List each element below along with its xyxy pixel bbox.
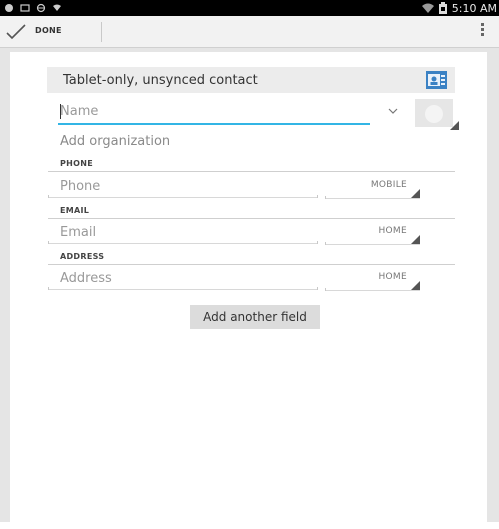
add-organization-link[interactable]: Add organization [60, 134, 170, 149]
contact-photo[interactable] [415, 99, 459, 130]
address-field-underline [48, 287, 318, 290]
email-type-underline [325, 242, 420, 245]
gallery-icon [20, 4, 30, 12]
status-bar: 5:10 AM [0, 0, 499, 16]
address-type-underline [325, 288, 420, 291]
dropdown-corner-icon [411, 235, 420, 244]
sync-icon [36, 3, 46, 13]
phone-type-underline [325, 196, 420, 199]
text-cursor [60, 104, 61, 119]
dropdown-corner-icon [411, 189, 420, 198]
section-title-phone: PHONE [60, 159, 94, 168]
phone-field-underline [48, 195, 318, 198]
account-header-text: Tablet-only, unsynced contact [63, 73, 258, 88]
bottom-edge [0, 522, 499, 529]
email-field[interactable] [60, 223, 315, 241]
dropdown-corner-icon [411, 281, 420, 290]
account-header: Tablet-only, unsynced contact [47, 67, 455, 93]
status-bar-system: 5:10 AM [421, 1, 497, 15]
address-field[interactable] [60, 269, 315, 287]
done-label: DONE [35, 26, 62, 35]
section-divider [48, 218, 455, 219]
name-field-underline [58, 123, 370, 125]
section-title-address: ADDRESS [60, 252, 105, 261]
avatar-placeholder-icon [425, 105, 443, 123]
overflow-menu-icon[interactable] [479, 23, 485, 41]
phone-type-dropdown[interactable]: MOBILE [325, 176, 420, 198]
email-field-underline [48, 241, 318, 244]
wifi-icon [421, 3, 434, 13]
contact-card-icon [426, 71, 447, 89]
chevron-down-icon[interactable] [388, 107, 398, 115]
contact-editor-card: Tablet-only, unsynced contact Add organi… [10, 52, 487, 522]
status-bar-notifications [4, 2, 62, 14]
clock: 5:10 AM [451, 1, 497, 15]
name-field[interactable] [60, 101, 370, 121]
email-type-label: HOME [378, 226, 407, 236]
photo-menu-corner [450, 121, 459, 130]
section-divider [48, 171, 455, 172]
address-type-label: HOME [378, 272, 407, 282]
phone-type-label: MOBILE [370, 180, 407, 190]
done-button[interactable]: DONE [0, 16, 100, 47]
add-another-field-button[interactable]: Add another field [190, 305, 320, 329]
address-type-dropdown[interactable]: HOME [325, 268, 420, 290]
section-title-email: EMAIL [60, 206, 90, 215]
phone-field[interactable] [60, 177, 315, 195]
download-icon [53, 4, 61, 11]
email-type-dropdown[interactable]: HOME [325, 222, 420, 244]
check-icon [6, 24, 26, 40]
battery-icon [438, 2, 447, 14]
android-icon [5, 4, 13, 12]
action-bar-divider [101, 22, 102, 42]
action-bar: DONE [0, 16, 499, 48]
section-divider [48, 264, 455, 265]
